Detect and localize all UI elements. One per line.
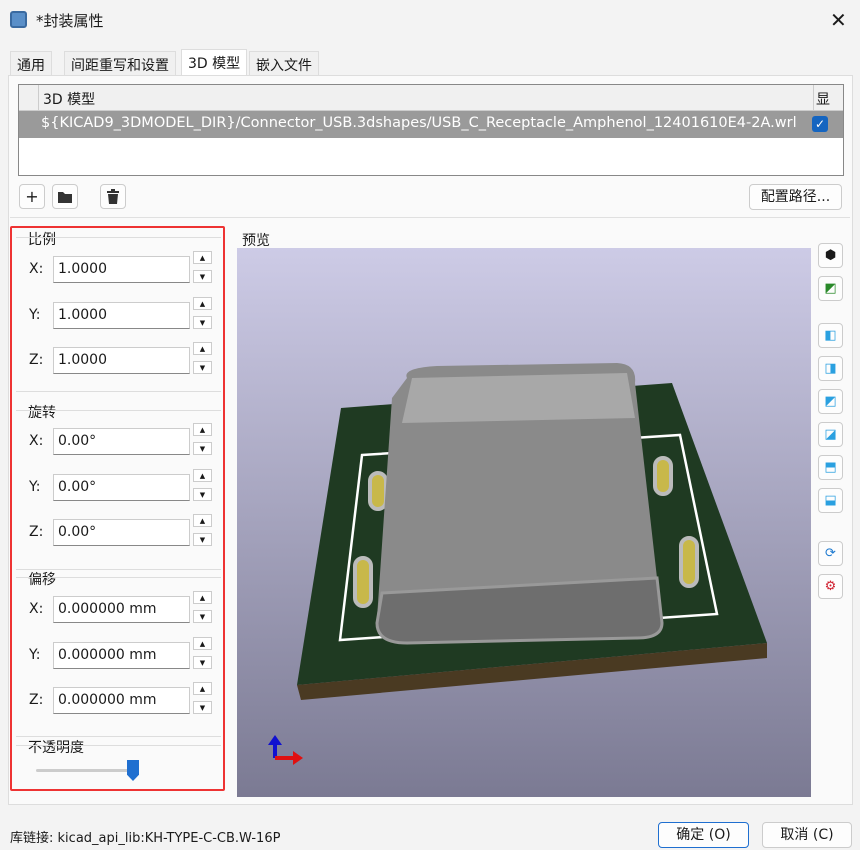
divider bbox=[16, 745, 221, 746]
offset-z-decrement[interactable]: ▼ bbox=[193, 701, 212, 714]
settings-button[interactable]: ⚙ bbox=[818, 574, 843, 599]
rotation-y-input[interactable]: 0.00° bbox=[53, 473, 190, 501]
offset-x-increment[interactable]: ▲ bbox=[193, 591, 212, 604]
rotation-z-input[interactable]: 0.00° bbox=[53, 519, 190, 546]
tab-general[interactable]: 通用 bbox=[10, 51, 52, 76]
rotation-z-label: Z: bbox=[29, 524, 44, 540]
offset-y-decrement[interactable]: ▼ bbox=[193, 655, 212, 669]
3d-preview-canvas[interactable] bbox=[237, 248, 811, 797]
rotation-z-decrement[interactable]: ▼ bbox=[193, 533, 212, 546]
offset-x-input[interactable]: 0.000000 mm bbox=[53, 596, 190, 623]
view-left-icon: ◧ bbox=[824, 328, 837, 343]
view-right-button[interactable]: ◨ bbox=[818, 356, 843, 381]
view-front-button[interactable]: ◩ bbox=[818, 389, 843, 414]
refresh-icon: ⟳ bbox=[825, 546, 836, 561]
scale-y-decrement[interactable]: ▼ bbox=[193, 315, 212, 329]
delete-model-button[interactable] bbox=[100, 184, 126, 209]
show-checkbox[interactable]: ✓ bbox=[812, 116, 828, 132]
offset-y-label: Y: bbox=[29, 646, 41, 663]
offset-x-label: X: bbox=[29, 601, 44, 617]
window-title: *封装属性 bbox=[36, 12, 104, 30]
view-top-button[interactable]: ⬒ bbox=[818, 455, 843, 480]
offset-z-increment[interactable]: ▲ bbox=[193, 682, 212, 695]
table-row[interactable]: ${KICAD9_3DMODEL_DIR}/Connector_USB.3dsh… bbox=[19, 111, 843, 138]
scale-z-increment[interactable]: ▲ bbox=[193, 342, 212, 355]
divider bbox=[10, 217, 850, 218]
browse-folder-button[interactable] bbox=[52, 184, 78, 209]
offset-z-input[interactable]: 0.000000 mm bbox=[53, 687, 190, 714]
scale-z-decrement[interactable]: ▼ bbox=[193, 361, 212, 374]
scale-z-label: Z: bbox=[29, 352, 44, 368]
offset-y-input[interactable]: 0.000000 mm bbox=[53, 641, 190, 669]
model-table: 3D 模型 显示 ${KICAD9_3DMODEL_DIR}/Connector… bbox=[18, 84, 844, 176]
add-model-button[interactable]: + bbox=[19, 184, 45, 209]
scale-x-label: X: bbox=[29, 261, 44, 277]
material-mode-button[interactable]: ◩ bbox=[818, 276, 843, 301]
preview-title: 预览 bbox=[242, 233, 270, 249]
view-top-icon: ⬒ bbox=[824, 460, 837, 475]
title-bar: *封装属性 ✕ bbox=[0, 0, 860, 40]
view-back-icon: ◪ bbox=[824, 427, 837, 442]
app-icon bbox=[10, 11, 27, 28]
rotation-x-increment[interactable]: ▲ bbox=[193, 423, 212, 436]
trash-icon bbox=[107, 189, 119, 204]
view-right-icon: ◨ bbox=[824, 361, 837, 376]
rotation-x-label: X: bbox=[29, 433, 44, 449]
rotation-x-decrement[interactable]: ▼ bbox=[193, 442, 212, 455]
folder-icon bbox=[58, 192, 72, 203]
rotation-x-input[interactable]: 0.00° bbox=[53, 428, 190, 455]
cube-icon: ⬢ bbox=[824, 248, 837, 263]
column-header-show[interactable]: 显示 bbox=[814, 85, 843, 128]
offset-z-label: Z: bbox=[29, 692, 44, 708]
library-link: 库链接: kicad_api_lib:KH-TYPE-C-CB.W-16P bbox=[10, 831, 281, 846]
tab-embedded-files[interactable]: 嵌入文件 bbox=[249, 51, 319, 76]
scale-z-input[interactable]: 1.0000 bbox=[53, 347, 190, 374]
scale-x-input[interactable]: 1.0000 bbox=[53, 256, 190, 283]
view-bottom-button[interactable]: ⬓ bbox=[818, 488, 843, 513]
material-icon: ◩ bbox=[824, 281, 837, 296]
rotation-y-increment[interactable]: ▲ bbox=[193, 468, 212, 482]
render-mode-button[interactable]: ⬢ bbox=[818, 243, 843, 268]
gear-icon: ⚙ bbox=[824, 579, 837, 594]
scale-y-input[interactable]: 1.0000 bbox=[53, 301, 190, 329]
scale-x-increment[interactable]: ▲ bbox=[193, 251, 212, 264]
rotation-z-increment[interactable]: ▲ bbox=[193, 514, 212, 527]
scale-y-label: Y: bbox=[29, 306, 41, 323]
configure-paths-button[interactable]: 配置路径... bbox=[749, 184, 842, 210]
tab-3d-model[interactable]: 3D 模型 bbox=[181, 49, 248, 76]
view-left-button[interactable]: ◧ bbox=[818, 323, 843, 348]
offset-x-decrement[interactable]: ▼ bbox=[193, 610, 212, 623]
opacity-title: 不透明度 bbox=[28, 740, 84, 756]
row-header-corner bbox=[19, 85, 39, 111]
reload-button[interactable]: ⟳ bbox=[818, 541, 843, 566]
rotation-y-label: Y: bbox=[29, 478, 41, 495]
close-button[interactable]: ✕ bbox=[830, 8, 847, 32]
cancel-button[interactable]: 取消 (C) bbox=[762, 822, 852, 848]
opacity-slider[interactable] bbox=[36, 769, 136, 772]
ok-button[interactable]: 确定 (O) bbox=[658, 822, 749, 848]
column-header-model[interactable]: 3D 模型 bbox=[39, 85, 814, 111]
view-bottom-icon: ⬓ bbox=[824, 493, 837, 508]
scale-y-increment[interactable]: ▲ bbox=[193, 296, 212, 310]
view-front-icon: ◩ bbox=[824, 394, 837, 409]
rotation-y-decrement[interactable]: ▼ bbox=[193, 487, 212, 501]
model-path[interactable]: ${KICAD9_3DMODEL_DIR}/Connector_USB.3dsh… bbox=[41, 115, 797, 131]
scale-x-decrement[interactable]: ▼ bbox=[193, 270, 212, 283]
axis-gizmo bbox=[268, 735, 303, 765]
view-back-button[interactable]: ◪ bbox=[818, 422, 843, 447]
tab-clearance[interactable]: 间距重写和设置 bbox=[64, 51, 176, 76]
offset-y-increment[interactable]: ▲ bbox=[193, 636, 212, 650]
